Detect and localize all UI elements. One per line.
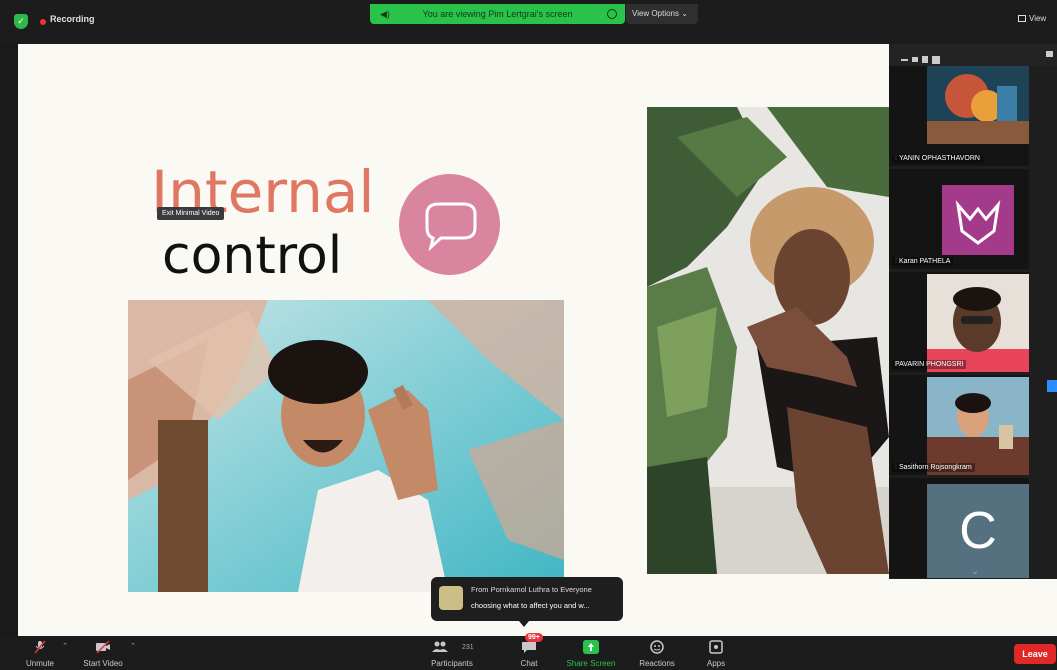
slide-photo-man [128, 300, 564, 592]
muted-mic-icon: ⁞ [895, 464, 897, 471]
participant-name: ⁞ Karan PATHELA [892, 257, 954, 266]
stop-share-icon[interactable] [607, 9, 617, 19]
chat-icon [522, 642, 536, 653]
minimize-icon[interactable] [901, 58, 908, 61]
reactions-icon [650, 640, 664, 654]
screen-share-banner: ◀) You are viewing Pim Lertgrai's screen [370, 4, 625, 24]
unmute-caret-icon[interactable]: ⌃ [62, 642, 68, 650]
start-video-button[interactable]: ⌃ Start Video [78, 636, 136, 670]
participant-tile[interactable]: ⁞ Sasithorn Rojsongkram [889, 375, 1029, 475]
chat-notification[interactable]: From Pornkamol Luthra to Everyone choosi… [431, 577, 623, 627]
participant-name: ⁞ Sasithorn Rojsongkram [892, 463, 975, 472]
recording-dot-icon [40, 19, 46, 25]
scroll-down-chevron-icon[interactable]: ⌄ [971, 566, 979, 577]
chat-unread-badge: 99+ [525, 633, 543, 642]
security-shield-icon[interactable]: ✓ [14, 14, 28, 29]
slide-photo-woman [647, 107, 889, 574]
chat-message-preview: choosing what to affect you and w... [471, 601, 590, 610]
participant-name: ⁞ YANIN OPHASTHAVORN [892, 154, 983, 163]
share-banner-text: You are viewing Pim Lertgrai's screen [422, 9, 573, 19]
chat-button[interactable]: 99+ Chat [514, 633, 544, 670]
chat-sender: From Pornkamol Luthra to Everyone [471, 585, 592, 594]
participants-icon [432, 641, 448, 652]
apps-icon [709, 640, 723, 654]
video-gallery-panel: ⁞ YANIN OPHASTHAVORN ⁞ Karan PATHELA PAVAR… [889, 44, 1057, 579]
participant-tile[interactable]: ⁞ Karan PATHELA [889, 169, 1029, 269]
slide-title-line2: control [162, 226, 343, 286]
strip-view-icon[interactable] [922, 56, 928, 64]
sender-avatar [439, 586, 463, 610]
participant-tile[interactable]: ⁞ YANIN OPHASTHAVORN [889, 66, 1029, 166]
view-label: View [1029, 14, 1047, 23]
participant-video [927, 66, 1029, 144]
participant-initial-avatar: C [927, 484, 1029, 578]
participant-video [927, 377, 1029, 475]
chat-bubble-icon [399, 174, 500, 275]
single-view-icon[interactable] [912, 57, 918, 63]
view-grid-icon [1018, 15, 1026, 23]
reactions-button[interactable]: Reactions [632, 636, 682, 670]
view-options-button[interactable]: View Options ⌄ [626, 4, 698, 24]
gallery-header [889, 44, 1057, 66]
share-screen-button[interactable]: Share Screen [562, 636, 620, 670]
speech-bubble-graphic [425, 202, 477, 252]
muted-mic-icon: ⁞ [895, 258, 897, 265]
grid-view-icon[interactable] [932, 55, 940, 64]
side-panel-tab[interactable] [1047, 380, 1057, 392]
apps-button[interactable]: Apps [700, 636, 732, 670]
meeting-top-bar: ✓ Recording ◀) You are viewing Pim Lertg… [0, 0, 1057, 44]
gallery-layout-controls [901, 51, 944, 64]
speaker-icon: ◀) [380, 9, 390, 19]
share-screen-icon [583, 640, 599, 654]
participant-tile[interactable]: C [889, 478, 1029, 578]
participant-avatar [942, 185, 1014, 255]
video-off-icon [96, 640, 110, 654]
recording-label: Recording [50, 14, 95, 24]
muted-mic-icon [34, 640, 46, 654]
exit-minimal-video-tooltip[interactable]: Exit Minimal Video [157, 207, 225, 220]
video-caret-icon[interactable]: ⌃ [130, 642, 136, 650]
view-options-label: View Options [632, 9, 679, 18]
participant-tile[interactable]: PAVARIN PHONGSRI [889, 272, 1029, 372]
toast-tail [519, 621, 529, 627]
unmute-button[interactable]: ⌃ Unmute [20, 636, 68, 670]
expand-icon[interactable] [1046, 51, 1053, 57]
participants-button[interactable]: Participants [424, 636, 480, 670]
meeting-toolbar: ⌃ Unmute ⌃ Start Video Participants 231 … [0, 633, 1057, 670]
view-button[interactable]: View [1018, 14, 1046, 23]
leave-button[interactable]: Leave [1014, 644, 1056, 664]
muted-mic-icon: ⁞ [895, 155, 897, 162]
participant-photo [927, 274, 1029, 372]
participant-name: PAVARIN PHONGSRI [892, 360, 967, 369]
participants-count: 231 [462, 644, 474, 651]
